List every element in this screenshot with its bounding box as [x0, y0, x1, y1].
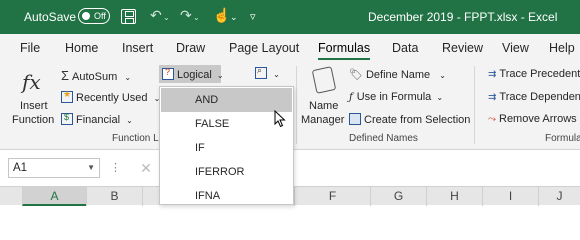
touch-dropdown-icon[interactable]: ⌄: [230, 12, 238, 23]
lookup-reference-button[interactable]: ⌕ ⌄: [255, 65, 280, 80]
tab-home[interactable]: Home: [65, 41, 98, 55]
financial-button[interactable]: $ Financial ⌄: [61, 112, 133, 126]
trace-dependents-button[interactable]: ⇉ Trace Dependen: [488, 91, 580, 103]
ribbon-tabs: File Home Insert Draw Page Layout Formul…: [0, 34, 580, 60]
recently-used-button[interactable]: ★ Recently Used ⌄: [61, 89, 160, 104]
question-book-icon: ?: [162, 67, 174, 80]
touch-mode-icon[interactable]: ☝: [213, 7, 230, 24]
tab-draw[interactable]: Draw: [176, 41, 205, 55]
logical-label: Logical: [177, 69, 212, 81]
star-book-icon: ★: [61, 89, 73, 103]
financial-book-icon: $: [61, 112, 73, 125]
column-header-i[interactable]: I: [482, 187, 538, 206]
insert-function-label-1: Insert: [20, 100, 48, 112]
name-box-value: A1: [13, 162, 28, 174]
mouse-cursor-icon: [274, 110, 286, 128]
undo-dropdown-icon[interactable]: ⌄: [163, 13, 170, 22]
menu-item-false[interactable]: FALSE: [161, 112, 292, 136]
name-tag-icon: [311, 66, 337, 94]
remove-arrows-label: Remove Arrows: [499, 113, 577, 125]
tab-help[interactable]: Help: [549, 41, 575, 55]
insert-function-label-2: Function: [12, 114, 55, 126]
tab-view[interactable]: View: [502, 41, 529, 55]
insert-function-button[interactable]: fx Insert Function: [10, 64, 55, 130]
fx-small-icon: ƒ: [349, 92, 353, 103]
sigma-icon: Σ: [61, 68, 70, 83]
chevron-down-icon: ⌄: [216, 71, 224, 80]
logical-button[interactable]: ? Logical ⌄: [159, 65, 224, 83]
create-from-selection-icon: [349, 113, 361, 125]
remove-arrows-icon: ⤳: [488, 114, 496, 125]
financial-label: Financial: [76, 114, 121, 126]
group-separator: [474, 66, 475, 144]
recently-used-label: Recently Used: [76, 92, 148, 104]
formula-bar-grip-icon: ⋮: [110, 162, 121, 174]
chevron-down-icon: ⌄: [273, 70, 280, 79]
undo-icon[interactable]: ↶: [150, 7, 162, 24]
name-box[interactable]: A1 ▼: [8, 158, 100, 178]
redo-dropdown-icon[interactable]: ⌄: [193, 13, 200, 22]
column-header-a[interactable]: A: [22, 187, 86, 206]
tab-insert[interactable]: Insert: [122, 41, 153, 55]
create-from-selection-button[interactable]: Create from Selection: [349, 113, 470, 126]
trace-precedents-button[interactable]: ⇉ Trace Precedent: [488, 68, 580, 80]
save-icon[interactable]: [121, 9, 136, 24]
tab-data[interactable]: Data: [392, 41, 418, 55]
column-header-g[interactable]: G: [370, 187, 426, 206]
trace-precedents-label: Trace Precedent: [499, 68, 580, 80]
column-header-f[interactable]: F: [294, 187, 370, 206]
logical-functions-menu: AND FALSE IF IFERROR IFNA: [159, 86, 294, 205]
tab-formulas[interactable]: Formulas: [318, 41, 371, 60]
autosum-label: AutoSum: [72, 71, 118, 83]
formula-auditing-group-label: Formula: [545, 133, 580, 144]
name-manager-label-2: Manager: [301, 114, 345, 126]
define-name-button[interactable]: 🏷 Define Name ⌄: [349, 68, 446, 81]
column-header-c[interactable]: [142, 187, 160, 206]
title-bar: AutoSave Off ↶ ⌄ ↷ ⌄ ☝ ⌄ ▿ December 2019…: [0, 0, 580, 34]
autosave-label: AutoSave: [24, 10, 77, 24]
cancel-icon[interactable]: ✕: [136, 158, 156, 178]
select-all-corner[interactable]: [0, 187, 22, 206]
menu-item-if[interactable]: IF: [161, 136, 292, 160]
chevron-down-icon: ⌄: [124, 73, 132, 82]
chevron-down-icon: ⌄: [439, 71, 446, 80]
lookup-book-icon: ⌕: [255, 65, 267, 79]
tab-page-layout[interactable]: Page Layout: [229, 41, 299, 55]
use-in-formula-label: Use in Formula: [356, 91, 432, 103]
tag-icon: 🏷: [349, 69, 363, 81]
chevron-down-icon[interactable]: ▼: [87, 159, 95, 177]
use-in-formula-button[interactable]: ƒ Use in Formula ⌄: [349, 91, 443, 103]
menu-item-iferror[interactable]: IFERROR: [161, 160, 292, 184]
remove-arrows-button[interactable]: ⤳ Remove Arrows: [488, 113, 577, 125]
menu-item-and[interactable]: AND: [161, 88, 292, 112]
name-manager-label-1: Name: [309, 100, 339, 112]
group-separator: [296, 66, 297, 144]
column-header-h[interactable]: H: [426, 187, 482, 206]
redo-icon[interactable]: ↷: [180, 7, 192, 24]
menu-item-ifna[interactable]: IFNA: [161, 184, 292, 208]
defined-names-group-label: Defined Names: [349, 133, 418, 144]
chevron-down-icon: ⌄: [436, 93, 444, 102]
autosave-toggle[interactable]: Off: [78, 8, 110, 24]
tab-file[interactable]: File: [20, 41, 40, 55]
define-name-label: Define Name: [365, 69, 431, 81]
fx-icon: fx: [22, 70, 41, 94]
trace-precedents-icon: ⇉: [488, 69, 497, 80]
function-library-group-label: Function L: [112, 133, 159, 144]
trace-dependents-label: Trace Dependen: [499, 91, 580, 103]
create-from-selection-label: Create from Selection: [364, 114, 471, 126]
name-manager-button[interactable]: Name Manager: [301, 64, 345, 130]
customize-toolbar-icon[interactable]: ▿: [250, 10, 256, 23]
autosum-button[interactable]: Σ AutoSum ⌄: [61, 68, 131, 83]
tab-review[interactable]: Review: [442, 41, 483, 55]
trace-dependents-icon: ⇉: [488, 92, 497, 103]
column-header-j[interactable]: J: [538, 187, 580, 206]
window-title: December 2019 - FPPT.xlsx - Excel: [368, 10, 558, 24]
column-header-b[interactable]: B: [86, 187, 142, 206]
chevron-down-icon: ⌄: [126, 116, 133, 125]
